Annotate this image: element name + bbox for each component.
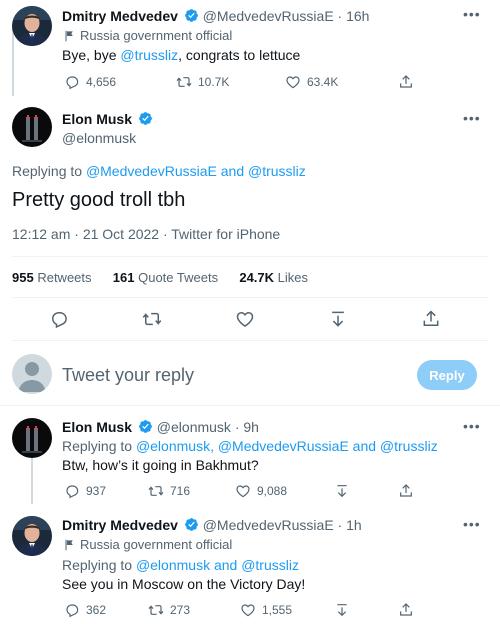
- tweet-time[interactable]: · 16h: [338, 8, 370, 24]
- tweet-time[interactable]: · 1h: [338, 517, 362, 533]
- mention-link[interactable]: @trussliz: [120, 47, 178, 63]
- like-icon: [285, 74, 301, 90]
- like-action[interactable]: 9,088: [235, 483, 287, 499]
- more-options-icon[interactable]: •••: [463, 6, 481, 22]
- tweet-text: Bye, bye @trussliz, congrats to lettuce: [62, 47, 301, 63]
- more-options-icon[interactable]: •••: [463, 418, 481, 434]
- reply-count: 937: [86, 484, 107, 498]
- reply-action[interactable]: 937: [64, 483, 106, 499]
- share-action[interactable]: [398, 602, 414, 618]
- more-options-icon[interactable]: •••: [463, 110, 481, 126]
- share-icon: [398, 74, 414, 90]
- reply-count: 4,656: [86, 75, 117, 89]
- replying-to: Replying to @elonmusk, @MedvedevRussiaE …: [62, 438, 438, 454]
- avatar[interactable]: [12, 6, 52, 46]
- reply-count: 362: [86, 603, 107, 617]
- likes-stat[interactable]: 24.7K Likes: [239, 270, 308, 285]
- reply-input[interactable]: Tweet your reply: [62, 365, 194, 386]
- divider: [12, 340, 488, 341]
- retweet-icon[interactable]: [142, 309, 162, 329]
- author-name[interactable]: Dmitry Medvedev: [62, 8, 178, 24]
- tweet-time[interactable]: · 9h: [235, 419, 259, 435]
- tweet-text: See you in Moscow on the Victory Day!: [62, 576, 306, 592]
- reply-action[interactable]: 362: [64, 602, 106, 618]
- replying-to-link[interactable]: @elonmusk, @MedvedevRussiaE and @trussli…: [136, 438, 438, 454]
- bookmark-icon: [334, 602, 350, 618]
- retweet-count: 716: [170, 484, 191, 498]
- reply-icon: [64, 483, 80, 499]
- retweet-count: 10.7K: [198, 75, 230, 89]
- like-action[interactable]: 1,555: [240, 602, 292, 618]
- quote-tweets-stat[interactable]: 161 Quote Tweets: [113, 270, 218, 285]
- reply-icon: [64, 74, 80, 90]
- flag-icon: [62, 538, 76, 552]
- like-count: 9,088: [257, 484, 288, 498]
- bookmark-icon: [334, 483, 350, 499]
- tweet-stats: 955 Retweets 161 Quote Tweets 24.7K Like…: [12, 270, 308, 285]
- author-name[interactable]: Elon Musk: [62, 419, 132, 435]
- divider: [12, 297, 488, 298]
- author-name[interactable]: Dmitry Medvedev: [62, 517, 178, 533]
- share-icon: [398, 483, 414, 499]
- replying-to: Replying to @MedvedevRussiaE and @trussl…: [12, 163, 306, 179]
- retweet-icon: [176, 74, 192, 90]
- replying-to-link[interactable]: @MedvedevRussiaE and @trussliz: [86, 163, 306, 179]
- verified-icon: [184, 517, 199, 532]
- avatar[interactable]: [12, 107, 52, 147]
- like-icon: [240, 602, 256, 618]
- author-handle[interactable]: @MedvedevRussiaE: [203, 517, 334, 533]
- verified-icon: [184, 8, 199, 23]
- retweets-stat[interactable]: 955 Retweets: [12, 270, 92, 285]
- retweet-count: 273: [170, 603, 191, 617]
- divider: [12, 256, 488, 257]
- share-action[interactable]: [398, 483, 414, 499]
- tweet-meta[interactable]: 12:12 am · 21 Oct 2022 · Twitter for iPh…: [12, 226, 280, 242]
- verified-icon: [138, 419, 153, 434]
- bookmark-action[interactable]: [334, 602, 350, 618]
- avatar: [12, 354, 52, 394]
- like-count: 63.4K: [307, 75, 339, 89]
- bookmark-action[interactable]: [334, 483, 350, 499]
- divider: [0, 405, 500, 406]
- like-icon: [235, 483, 251, 499]
- retweet-action[interactable]: 273: [148, 602, 190, 618]
- thread-line: [31, 458, 33, 504]
- like-count: 1,555: [262, 603, 293, 617]
- like-icon[interactable]: [235, 309, 255, 329]
- tweet-text: Pretty good troll tbh: [12, 189, 186, 211]
- reply-action[interactable]: 4,656: [64, 74, 116, 90]
- share-action[interactable]: [398, 74, 414, 90]
- government-label: Russia government official: [80, 537, 233, 552]
- avatar[interactable]: [12, 516, 52, 556]
- author-name[interactable]: Elon Musk: [62, 111, 132, 127]
- retweet-icon: [148, 483, 164, 499]
- share-icon[interactable]: [421, 309, 441, 329]
- share-icon: [398, 602, 414, 618]
- government-label: Russia government official: [80, 28, 233, 43]
- replying-to: Replying to @elonmusk and @trussliz: [62, 557, 299, 573]
- author-handle[interactable]: @MedvedevRussiaE: [203, 8, 334, 24]
- retweet-icon: [148, 602, 164, 618]
- author-handle[interactable]: @elonmusk: [62, 130, 136, 146]
- like-action[interactable]: 63.4K: [285, 74, 338, 90]
- reply-button[interactable]: Reply: [417, 360, 477, 390]
- author-handle[interactable]: @elonmusk: [157, 419, 231, 435]
- replying-to-link[interactable]: @elonmusk and @trussliz: [136, 557, 299, 573]
- verified-icon: [138, 111, 153, 126]
- avatar[interactable]: [12, 418, 52, 458]
- more-options-icon[interactable]: •••: [463, 516, 481, 532]
- reply-icon: [64, 602, 80, 618]
- tweet-text: Btw, how’s it going in Bakhmut?: [62, 457, 259, 473]
- retweet-action[interactable]: 716: [148, 483, 190, 499]
- retweet-action[interactable]: 10.7K: [176, 74, 229, 90]
- bookmark-icon[interactable]: [328, 309, 348, 329]
- reply-icon[interactable]: [49, 309, 69, 329]
- flag-icon: [62, 29, 76, 43]
